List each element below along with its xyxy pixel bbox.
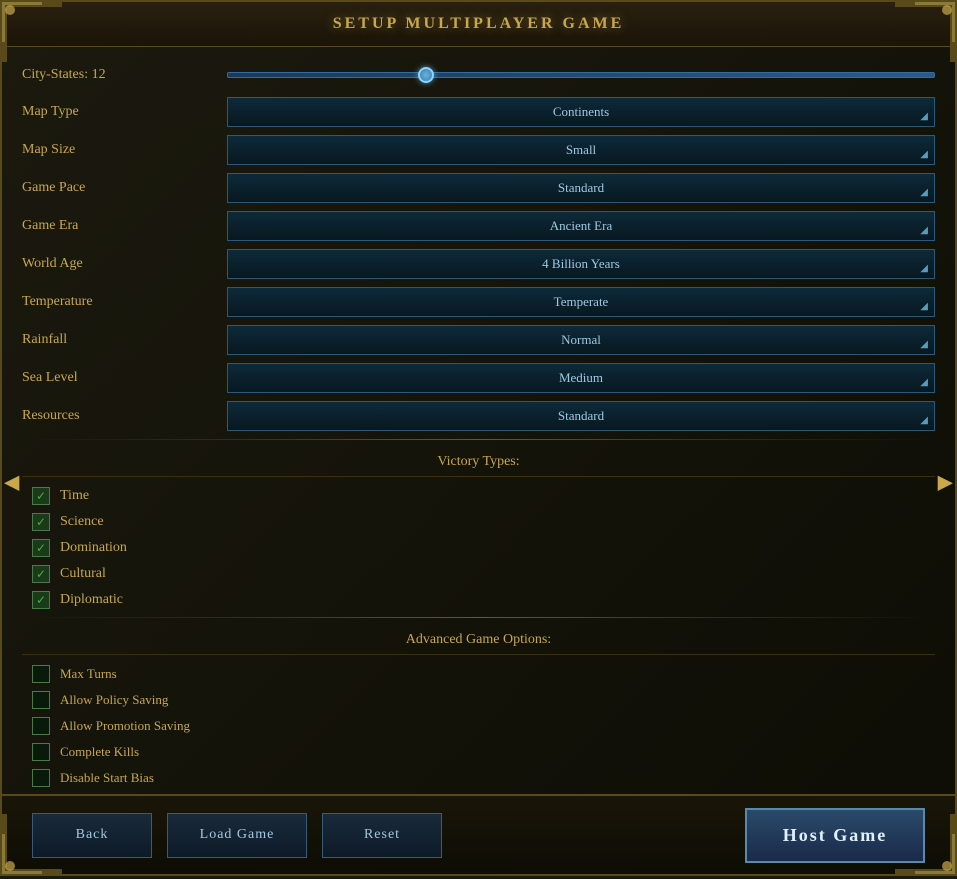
left-arrow-icon[interactable]: ◀ <box>4 469 19 494</box>
sea-level-row: Sea Level Medium <box>22 359 935 397</box>
corner-decoration-bl <box>2 814 62 874</box>
victory-time-checkbox[interactable]: ✓ <box>32 487 50 505</box>
world-age-row: World Age 4 Billion Years <box>22 245 935 283</box>
victory-science[interactable]: ✓ Science <box>22 509 935 535</box>
city-states-label: City-States: 12 <box>22 67 212 83</box>
city-states-slider-thumb[interactable] <box>418 67 434 83</box>
victory-domination-label: Domination <box>60 540 127 556</box>
check-icon: ✓ <box>36 542 46 554</box>
map-type-dropdown[interactable]: Continents <box>227 97 935 127</box>
temperature-row: Temperature Temperate <box>22 283 935 321</box>
allow-promotion-saving-label: Allow Promotion Saving <box>60 718 190 734</box>
check-icon: ✓ <box>36 516 46 528</box>
check-icon: ✓ <box>36 568 46 580</box>
map-type-row: Map Type Continents <box>22 93 935 131</box>
main-content: City-States: 12 Map Type Continents Map … <box>2 47 955 794</box>
option-complete-kills[interactable]: Complete Kills <box>22 739 935 765</box>
reset-button[interactable]: Reset <box>322 813 442 858</box>
page-title: SETUP MULTIPLAYER GAME <box>333 15 625 33</box>
victory-cultural-checkbox[interactable]: ✓ <box>32 565 50 583</box>
sea-level-dropdown[interactable]: Medium <box>227 363 935 393</box>
game-pace-row: Game Pace Standard <box>22 169 935 207</box>
corner-decoration-tl <box>2 2 62 62</box>
city-states-row: City-States: 12 <box>22 57 935 93</box>
game-era-dropdown[interactable]: Ancient Era <box>227 211 935 241</box>
victory-diplomatic-label: Diplomatic <box>60 592 123 608</box>
resources-dropdown[interactable]: Standard <box>227 401 935 431</box>
victory-diplomatic[interactable]: ✓ Diplomatic <box>22 587 935 613</box>
victory-cultural[interactable]: ✓ Cultural <box>22 561 935 587</box>
city-states-slider-container <box>227 65 935 85</box>
allow-policy-saving-checkbox[interactable] <box>32 691 50 709</box>
victory-domination[interactable]: ✓ Domination <box>22 535 935 561</box>
option-max-turns[interactable]: Max Turns <box>22 661 935 687</box>
sea-level-label: Sea Level <box>22 370 212 386</box>
victory-science-label: Science <box>60 514 104 530</box>
game-pace-dropdown[interactable]: Standard <box>227 173 935 203</box>
option-disable-start-bias[interactable]: Disable Start Bias <box>22 765 935 791</box>
disable-start-bias-checkbox[interactable] <box>32 769 50 787</box>
allow-policy-saving-label: Allow Policy Saving <box>60 692 168 708</box>
rainfall-value: Normal <box>561 332 601 348</box>
max-turns-label: Max Turns <box>60 666 117 682</box>
victory-cultural-label: Cultural <box>60 566 106 582</box>
rainfall-label: Rainfall <box>22 332 212 348</box>
temperature-dropdown[interactable]: Temperate <box>227 287 935 317</box>
game-era-value: Ancient Era <box>550 218 612 234</box>
complete-kills-checkbox[interactable] <box>32 743 50 761</box>
game-pace-label: Game Pace <box>22 180 212 196</box>
victory-diplomatic-checkbox[interactable]: ✓ <box>32 591 50 609</box>
rainfall-dropdown[interactable]: Normal <box>227 325 935 355</box>
world-age-dropdown[interactable]: 4 Billion Years <box>227 249 935 279</box>
rainfall-row: Rainfall Normal <box>22 321 935 359</box>
divider-2 <box>22 617 935 618</box>
option-allow-policy-saving[interactable]: Allow Policy Saving <box>22 687 935 713</box>
map-size-row: Map Size Small <box>22 131 935 169</box>
sea-level-value: Medium <box>559 370 603 386</box>
allow-promotion-saving-checkbox[interactable] <box>32 717 50 735</box>
option-enable-turn-timer[interactable]: Enable Turn Timer <box>22 791 935 794</box>
game-era-label: Game Era <box>22 218 212 234</box>
max-turns-checkbox[interactable] <box>32 665 50 683</box>
world-age-value: 4 Billion Years <box>542 256 620 272</box>
resources-label: Resources <box>22 408 212 424</box>
resources-row: Resources Standard <box>22 397 935 435</box>
resources-value: Standard <box>558 408 604 424</box>
corner-decoration-br <box>895 814 955 874</box>
map-type-label: Map Type <box>22 104 212 120</box>
victory-science-checkbox[interactable]: ✓ <box>32 513 50 531</box>
title-bar: SETUP MULTIPLAYER GAME <box>2 2 955 47</box>
disable-start-bias-label: Disable Start Bias <box>60 770 154 786</box>
option-allow-promotion-saving[interactable]: Allow Promotion Saving <box>22 713 935 739</box>
game-era-row: Game Era Ancient Era <box>22 207 935 245</box>
check-icon: ✓ <box>36 490 46 502</box>
load-game-button[interactable]: Load Game <box>167 813 307 858</box>
temperature-label: Temperature <box>22 294 212 310</box>
game-pace-value: Standard <box>558 180 604 196</box>
victory-time[interactable]: ✓ Time <box>22 483 935 509</box>
map-size-value: Small <box>566 142 596 158</box>
victory-time-label: Time <box>60 488 89 504</box>
advanced-options-header: Advanced Game Options: <box>22 622 935 655</box>
divider-1 <box>22 439 935 440</box>
main-frame: SETUP MULTIPLAYER GAME City-States: 12 M… <box>0 0 957 876</box>
complete-kills-label: Complete Kills <box>60 744 139 760</box>
map-size-label: Map Size <box>22 142 212 158</box>
city-states-slider-track <box>227 72 935 78</box>
check-icon: ✓ <box>36 594 46 606</box>
button-bar: Back Load Game Reset Host Game <box>2 794 955 874</box>
map-size-dropdown[interactable]: Small <box>227 135 935 165</box>
victory-types-header: Victory Types: <box>22 444 935 477</box>
world-age-label: World Age <box>22 256 212 272</box>
temperature-value: Temperate <box>554 294 609 310</box>
settings-panel[interactable]: City-States: 12 Map Type Continents Map … <box>2 47 955 794</box>
map-type-value: Continents <box>553 104 609 120</box>
victory-domination-checkbox[interactable]: ✓ <box>32 539 50 557</box>
corner-decoration-tr <box>895 2 955 62</box>
right-arrow-icon[interactable]: ▶ <box>938 469 953 494</box>
